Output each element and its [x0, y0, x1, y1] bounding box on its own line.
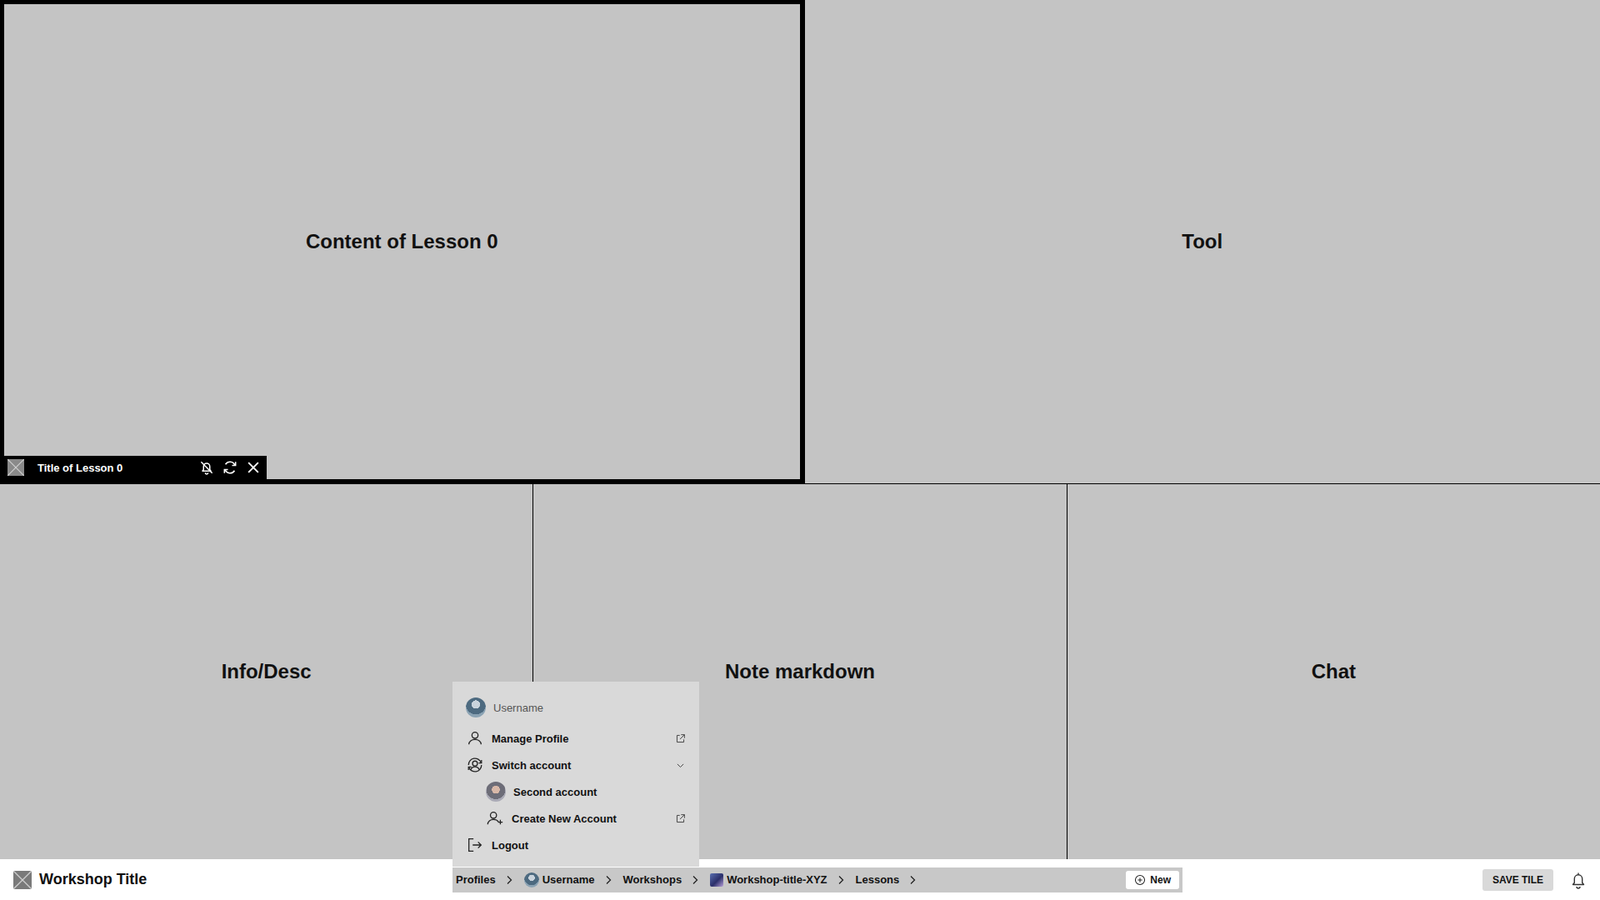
- tile-row: Info/Desc Note markdown Chat: [0, 483, 1600, 860]
- notifications-bell-icon[interactable]: [1568, 870, 1589, 890]
- breadcrumb-label: Username: [542, 873, 595, 886]
- menu-item-label: Create New Account: [511, 812, 668, 825]
- second-account-avatar: [485, 781, 506, 802]
- breadcrumb-label: Lessons: [855, 873, 900, 886]
- menu-item-label: Logout: [491, 839, 686, 852]
- menu-account-header: Username: [452, 690, 700, 725]
- refresh-icon[interactable]: [221, 459, 239, 476]
- menu-item[interactable]: Manage Profile: [452, 725, 700, 752]
- plus-circle-icon: [1134, 874, 1146, 886]
- app-bar-actions: SAVE TILE: [1182, 869, 1600, 891]
- tile-label: Chat: [1311, 660, 1356, 684]
- external-link-icon: [675, 733, 686, 745]
- workshop-title: Workshop Title: [39, 870, 147, 889]
- user-avatar: [524, 872, 540, 888]
- tile-title: Title of Lesson 0: [30, 461, 192, 475]
- chevron-right-icon: [835, 875, 846, 885]
- menu-item[interactable]: Logout: [452, 831, 700, 859]
- breadcrumb-item[interactable]: Lessons: [855, 873, 919, 886]
- account-name: Username: [493, 701, 544, 715]
- tile-label: Tool: [1181, 230, 1223, 254]
- tile-row: Content of Lesson 0 Title of Lesson 0 Tool: [0, 0, 1600, 484]
- breadcrumb-label: Workshop-title-XYZ: [726, 873, 827, 886]
- chevron-right-icon: [603, 875, 614, 885]
- menu-item-label: Manage Profile: [491, 732, 668, 745]
- person-icon: [465, 729, 485, 748]
- menu-item-label: Switch account: [491, 759, 668, 772]
- breadcrumb-item[interactable]: Workshop-title-XYZ: [710, 873, 845, 887]
- breadcrumb-label: Profiles: [455, 873, 496, 886]
- chevron-down-icon: [675, 760, 686, 771]
- menu-subitem[interactable]: Create New Account: [452, 805, 700, 832]
- chevron-right-icon: [504, 875, 515, 885]
- menu-subitem[interactable]: Second account: [452, 778, 700, 805]
- tile[interactable]: Chat: [1066, 484, 1600, 860]
- tile-label: Content of Lesson 0: [305, 230, 499, 254]
- person-add-icon: [485, 809, 505, 828]
- chevron-right-icon: [907, 875, 918, 885]
- image-placeholder-icon: [7, 459, 25, 476]
- tile-label: Note markdown: [725, 660, 875, 684]
- tile[interactable]: Content of Lesson 0 Title of Lesson 0: [0, 0, 805, 484]
- new-button[interactable]: New: [1125, 870, 1180, 890]
- switch-account-icon: [465, 755, 485, 775]
- breadcrumb-item[interactable]: Profiles: [455, 873, 515, 886]
- close-icon[interactable]: [245, 459, 262, 476]
- breadcrumb-label: Workshops: [623, 873, 683, 886]
- save-tile-button[interactable]: SAVE TILE: [1482, 869, 1554, 891]
- new-label: New: [1150, 874, 1171, 886]
- tile-bar: Title of Lesson 0: [4, 455, 267, 480]
- breadcrumb-item[interactable]: Username: [524, 872, 614, 888]
- app-bar: Workshop Title Profiles Username Workshops W…: [0, 859, 1600, 900]
- workshop-thumbnail: [710, 873, 724, 887]
- external-link-icon: [675, 813, 686, 825]
- user-avatar: [465, 697, 486, 718]
- workshop-logo-icon: [13, 870, 32, 890]
- menu-item[interactable]: Switch account: [452, 751, 700, 779]
- breadcrumb-bar: Profiles Username Workshops Workshop-title-…: [452, 867, 1183, 893]
- chevron-right-icon: [690, 875, 700, 885]
- workshop-screen: Content of Lesson 0 Title of Lesson 0 Tool…: [0, 0, 1600, 900]
- menu-item-label: Second account: [513, 785, 686, 799]
- breadcrumb-list: Profiles Username Workshops Workshop-title-…: [455, 872, 1126, 888]
- app-title: Workshop Title: [0, 870, 453, 890]
- breadcrumb-item[interactable]: Workshops: [623, 873, 701, 886]
- bell-off-icon[interactable]: [198, 459, 215, 476]
- account-menu: Username Manage Profile Switch account Seco…: [452, 681, 700, 867]
- tile[interactable]: Tool: [804, 0, 1600, 484]
- logout-icon: [465, 835, 485, 855]
- tile-label: Info/Desc: [221, 660, 312, 684]
